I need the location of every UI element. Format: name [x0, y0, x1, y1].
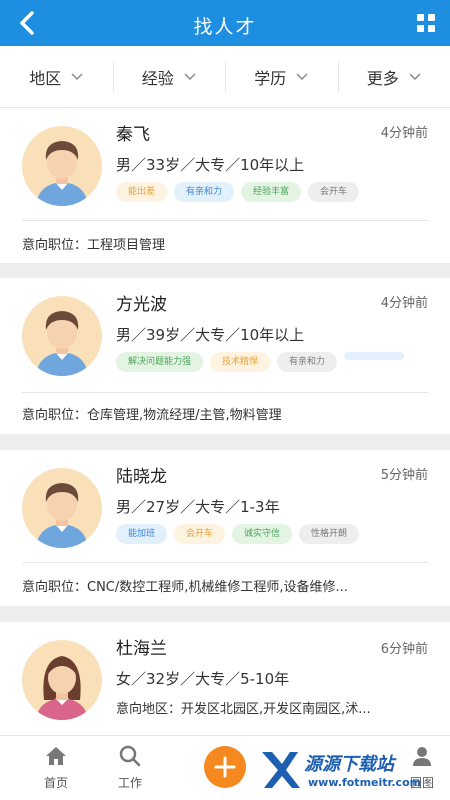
skill-tag: 解决问题能力强 — [116, 352, 204, 372]
home-icon — [46, 747, 66, 765]
male-avatar-icon — [22, 468, 102, 548]
bottom-tab-bar: 首页 工作 圆图 源源下载站 www.fotmeitr.com — [0, 735, 450, 800]
skill-tag: 能加班 — [116, 524, 168, 544]
watermark-title: 源源下载站 — [304, 754, 394, 775]
tag-list: 能加班 会开车 诚实守信 性格开朗 — [116, 524, 416, 544]
candidate-name: 杜海兰 — [116, 639, 167, 659]
filter-label: 学历 — [254, 68, 287, 88]
add-button[interactable] — [204, 746, 246, 788]
skill-tag: 有亲和力 — [277, 352, 338, 372]
skill-tag: 会开车 — [308, 182, 360, 202]
skill-tag: 性格开朗 — [299, 524, 360, 544]
skill-tag: 有亲和力 — [174, 182, 235, 202]
candidate-name: 方光波 — [116, 295, 167, 315]
male-avatar-icon — [22, 126, 102, 206]
filter-label: 更多 — [366, 68, 399, 88]
grid-menu-icon[interactable] — [416, 13, 436, 33]
filter-bar: 地区 经验 学历 更多 — [0, 46, 450, 108]
watermark-url: www.fotmeitr.com — [308, 776, 422, 789]
skill-tag: 能出差 — [116, 182, 168, 202]
divider — [22, 562, 428, 563]
female-avatar-icon — [22, 640, 102, 720]
divider — [22, 392, 428, 393]
candidate-name: 秦飞 — [116, 125, 150, 145]
candidate-card[interactable]: 杜海兰 6分钟前 女／32岁／大专／5-10年 意向地区：开发区北园区,开发区南… — [0, 622, 450, 735]
filter-region[interactable]: 地区 — [0, 46, 113, 107]
intended-position: 意向职位：工程项目管理 — [22, 238, 166, 253]
skill-tag: 诚实守信 — [232, 524, 293, 544]
post-time: 4分钟前 — [380, 126, 428, 141]
candidate-card[interactable]: 陆晓龙 5分钟前 男／27岁／大专／1-3年 能加班 会开车 诚实守信 性格开朗… — [0, 450, 450, 606]
post-time: 5分钟前 — [380, 468, 428, 483]
chevron-down-icon — [296, 72, 308, 80]
app-header: 找人才 — [0, 0, 450, 46]
post-time: 4分钟前 — [380, 296, 428, 311]
tab-label: 工作 — [117, 776, 142, 790]
candidate-card[interactable]: 秦飞 4分钟前 男／33岁／大专／10年以上 能出差 有亲和力 经验丰富 会开车… — [0, 108, 450, 263]
chevron-down-icon — [71, 72, 83, 80]
candidate-info: 男／27岁／大专／1-3年 — [116, 498, 280, 516]
tag-list: 能出差 有亲和力 经验丰富 会开车 — [116, 182, 416, 202]
skill-tag: 会开车 — [174, 524, 226, 544]
filter-label: 经验 — [141, 68, 174, 88]
tab-jobs[interactable]: 工作 — [100, 744, 160, 791]
chevron-down-icon — [184, 72, 196, 80]
chevron-down-icon — [409, 72, 421, 80]
skill-tag — [344, 352, 405, 360]
tab-home[interactable]: 首页 — [26, 744, 86, 791]
filter-education[interactable]: 学历 — [225, 46, 338, 107]
male-avatar-icon — [22, 296, 102, 376]
candidate-info: 女／32岁／大专／5-10年 — [116, 670, 290, 688]
intended-position: 意向职位：仓库管理,物流经理/主管,物料管理 — [22, 408, 282, 423]
page-title: 找人才 — [193, 16, 257, 38]
plus-icon — [214, 756, 236, 778]
skill-tag: 经验丰富 — [241, 182, 302, 202]
tag-list: 解决问题能力强 技术精悍 有亲和力 — [116, 352, 416, 372]
post-time: 6分钟前 — [380, 642, 428, 657]
tab-label: 首页 — [43, 776, 68, 790]
filter-label: 地区 — [29, 68, 62, 88]
intended-position: 意向职位：CNC/数控工程师,机械维修工程师,设备维修... — [22, 580, 348, 595]
candidate-card[interactable]: 方光波 4分钟前 男／39岁／大专／10年以上 解决问题能力强 技术精悍 有亲和… — [0, 278, 450, 434]
filter-experience[interactable]: 经验 — [112, 46, 226, 107]
candidate-name: 陆晓龙 — [116, 467, 167, 487]
watermark-logo: 源源下载站 www.fotmeitr.com — [258, 744, 438, 796]
search-icon — [119, 745, 141, 767]
candidate-info: 男／39岁／大专／10年以上 — [116, 326, 305, 344]
candidate-info: 男／33岁／大专／10年以上 — [116, 156, 305, 174]
filter-more[interactable]: 更多 — [337, 46, 450, 107]
skill-tag: 技术精悍 — [210, 352, 271, 372]
divider — [22, 220, 428, 221]
intended-region: 意向地区：开发区北园区,开发区南园区,沭... — [116, 702, 371, 717]
watermark-x-icon — [262, 752, 300, 788]
